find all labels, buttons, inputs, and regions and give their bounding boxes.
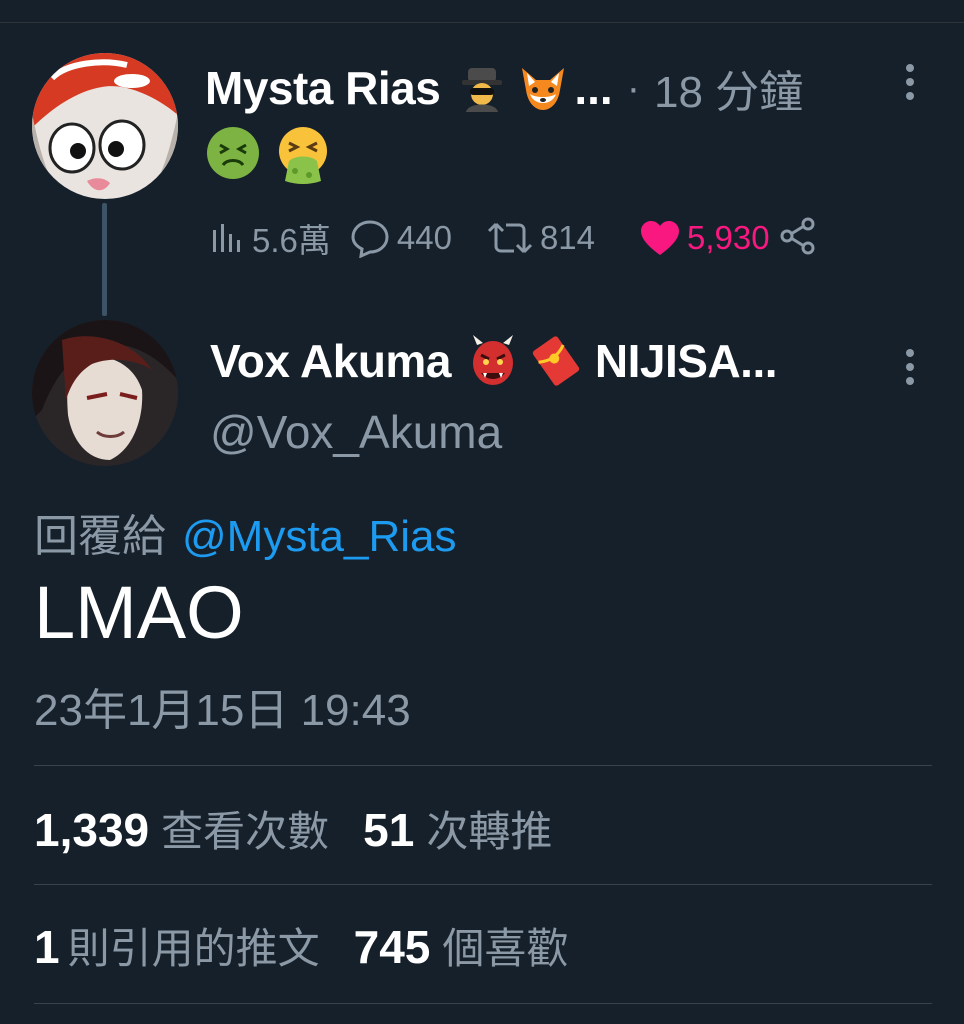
quotes-total[interactable]: 1 bbox=[34, 920, 60, 974]
engagement-bar: 5.6萬 440 814 5,930 bbox=[210, 214, 818, 262]
vox-avatar[interactable] bbox=[32, 320, 178, 466]
views-total[interactable]: 1,339 bbox=[34, 803, 149, 857]
heart-filled-icon bbox=[641, 221, 679, 255]
reply-author-line: Vox Akuma NIJISA... bbox=[210, 330, 778, 392]
reply-icon bbox=[351, 220, 389, 258]
likes-total[interactable]: 745 bbox=[354, 920, 431, 974]
parent-tweet-body bbox=[205, 125, 335, 190]
red-envelope-emoji bbox=[531, 336, 581, 386]
more-options-icon[interactable] bbox=[905, 349, 915, 385]
views-stat[interactable]: 5.6萬 bbox=[210, 214, 331, 262]
retweets-label[interactable]: 次轉推 bbox=[426, 798, 552, 859]
retweet-stat[interactable]: 814 bbox=[486, 218, 595, 258]
replying-to-handle-link[interactable]: @Mysta_Rias bbox=[182, 512, 457, 561]
divider bbox=[34, 765, 932, 766]
reply-count: 440 bbox=[396, 219, 452, 256]
reply-stat[interactable]: 440 bbox=[349, 218, 452, 258]
views-label[interactable]: 查看次數 bbox=[161, 798, 329, 859]
divider bbox=[34, 884, 932, 885]
likes-label[interactable]: 個喜歡 bbox=[442, 915, 568, 976]
mysta-avatar[interactable] bbox=[32, 53, 178, 199]
vomiting-face-emoji bbox=[275, 125, 335, 190]
reply-author-name[interactable]: Vox Akuma bbox=[210, 334, 451, 388]
views-count: 5.6萬 bbox=[252, 222, 331, 259]
reply-author-name-suffix: NIJISA... bbox=[594, 335, 778, 387]
fox-emoji bbox=[518, 64, 568, 112]
like-count: 5,930 bbox=[687, 219, 770, 256]
retweet-icon bbox=[487, 222, 532, 254]
name-truncation: ... bbox=[574, 62, 613, 114]
thread-connector-line bbox=[102, 203, 107, 316]
metrics-row-quotes-likes: 1 則引用的推文 745 個喜歡 bbox=[34, 915, 602, 976]
spy-emoji bbox=[458, 64, 506, 112]
retweets-total[interactable]: 51 bbox=[363, 803, 414, 857]
reply-author-handle[interactable]: @Vox_Akuma bbox=[210, 405, 502, 459]
replying-to-line: 回覆給 @Mysta_Rias bbox=[34, 500, 457, 564]
parent-author-line: Mysta Rias ... · 18 分鐘 bbox=[205, 58, 803, 118]
like-stat[interactable]: 5,930 bbox=[639, 219, 770, 257]
metrics-row-views-retweets: 1,339 查看次數 51 次轉推 bbox=[34, 798, 586, 859]
tweet-timestamp[interactable]: 23年1月15日 19:43 bbox=[34, 674, 411, 738]
separator-dot: · bbox=[626, 65, 641, 110]
retweet-count: 814 bbox=[539, 219, 595, 256]
analytics-icon bbox=[213, 224, 240, 252]
more-options-icon[interactable] bbox=[905, 64, 915, 100]
replying-to-label: 回覆給 bbox=[34, 512, 166, 561]
ogre-emoji bbox=[469, 335, 517, 387]
top-divider bbox=[0, 22, 964, 23]
divider bbox=[34, 1003, 932, 1004]
parent-author-name[interactable]: Mysta Rias bbox=[205, 61, 441, 115]
time-ago[interactable]: 18 分鐘 bbox=[654, 56, 803, 120]
tweet-text: LMAO bbox=[34, 571, 244, 654]
share-icon[interactable] bbox=[778, 216, 818, 261]
nauseated-face-emoji bbox=[205, 125, 261, 190]
quotes-label[interactable]: 則引用的推文 bbox=[68, 915, 320, 976]
